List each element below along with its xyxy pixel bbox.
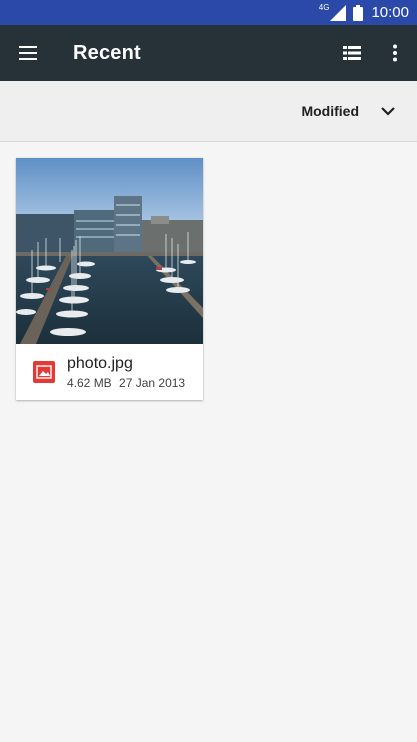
sort-label[interactable]: Modified [301,103,359,119]
file-date: 27 Jan 2013 [119,375,186,390]
file-info: photo.jpg 4.62 MB 27 Jan 2013 [16,344,203,400]
signal-icon [330,4,347,21]
more-vert-icon [393,44,397,62]
app-toolbar: Recent [0,25,417,81]
menu-icon [19,46,37,60]
chevron-down-icon[interactable] [379,102,397,120]
image-icon [33,361,55,383]
menu-button[interactable] [0,25,56,81]
file-size: 4.62 MB [67,375,112,390]
battery-icon [353,4,364,21]
photo-thumbnail [16,158,203,344]
file-name: photo.jpg [67,354,133,372]
file-card[interactable]: photo.jpg 4.62 MB 27 Jan 2013 [16,158,203,400]
list-view-button[interactable] [331,25,373,81]
more-options-button[interactable] [373,25,417,81]
status-bar: 4G 10:00 [0,0,417,25]
network-type: 4G [318,3,330,12]
sort-bar: Modified [0,81,417,142]
clock: 10:00 [371,4,409,21]
page-title: Recent [73,41,141,64]
list-view-icon [343,46,361,60]
file-meta: 4.62 MB 27 Jan 2013 [67,376,185,390]
